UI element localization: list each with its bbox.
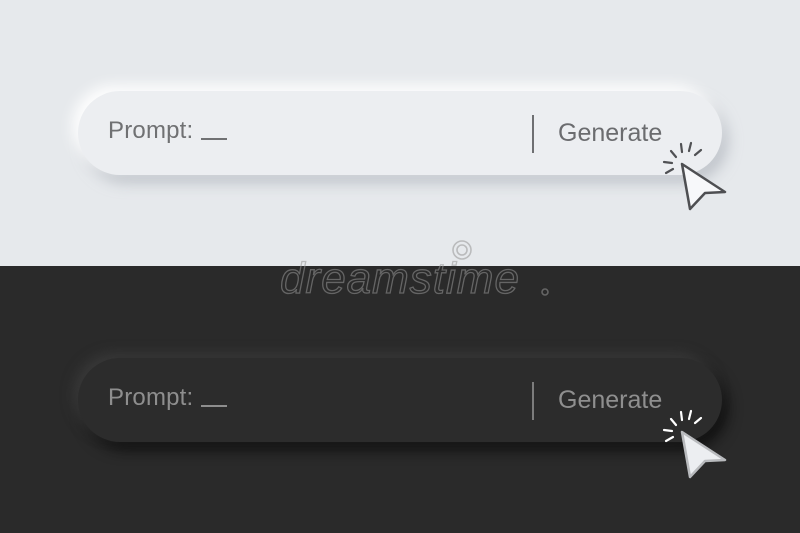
arrow-cursor-icon [662,409,727,479]
dark-theme-panel: Prompt: Generate [0,266,800,533]
prompt-label: Prompt: [108,117,194,144]
prompt-divider [532,382,534,420]
prompt-divider [532,115,534,153]
prompt-input[interactable]: Prompt: [108,384,228,412]
prompt-input[interactable]: Prompt: [108,117,228,145]
generate-button[interactable]: Generate [558,382,662,418]
light-theme-panel: Prompt: Generate [0,0,800,266]
prompt-label: Prompt: [108,384,194,411]
page: Prompt: Generate Prompt: Generate dreams… [0,0,800,533]
light-prompt-bar[interactable]: Prompt: Generate [78,91,722,175]
generate-button[interactable]: Generate [558,115,662,151]
arrow-cursor-icon [662,141,727,211]
text-caret [201,138,228,140]
text-caret [201,405,228,407]
dark-prompt-bar[interactable]: Prompt: Generate [78,358,722,442]
